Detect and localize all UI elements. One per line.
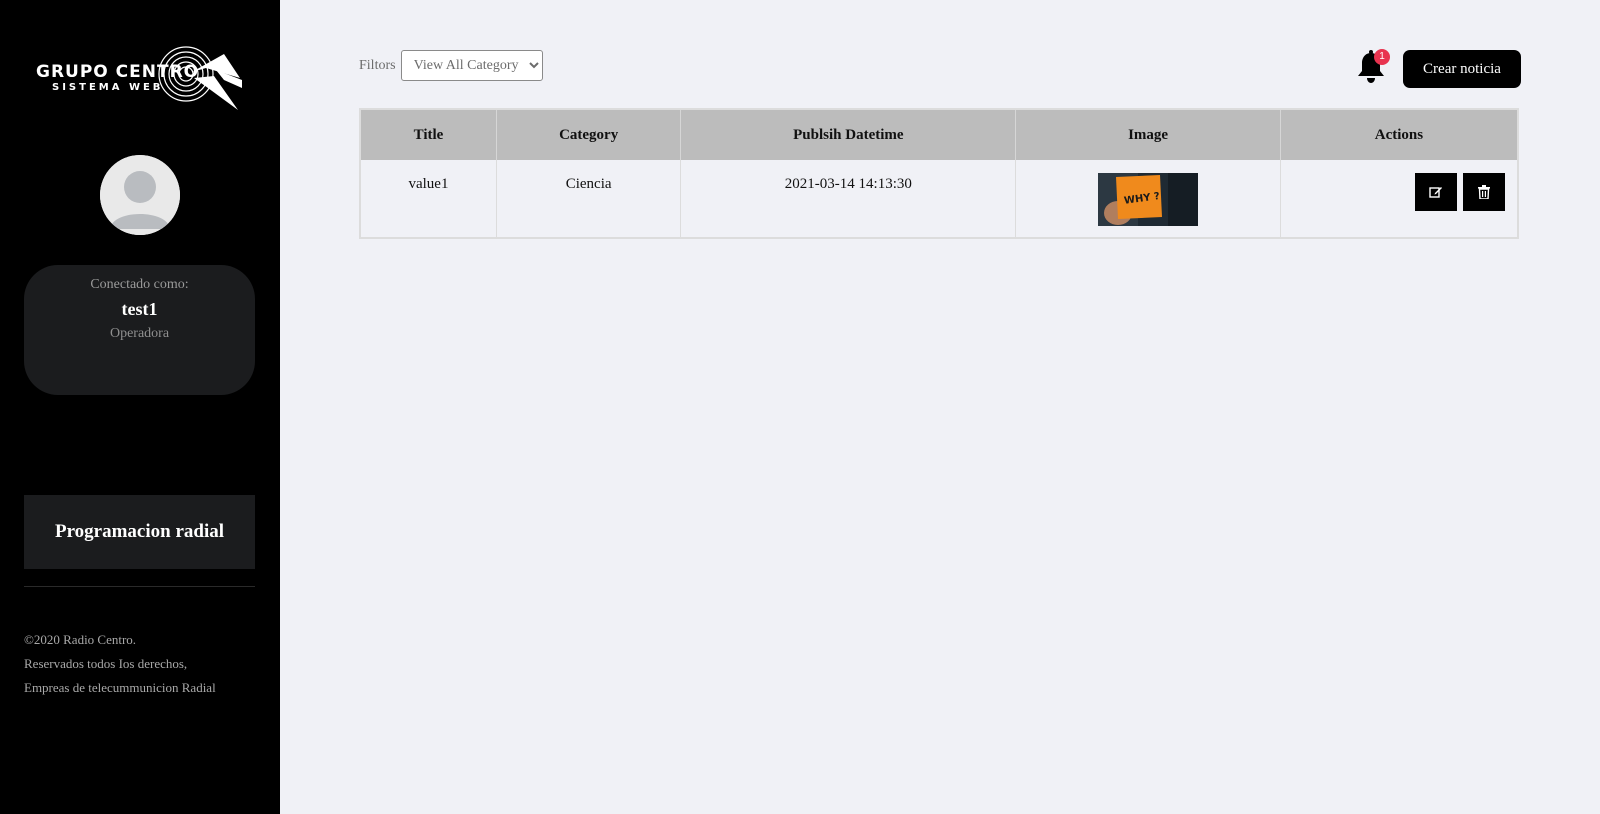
table-header-row: Title Category Publsih Datetime Image Ac… <box>360 109 1519 160</box>
user-role: Operadora <box>109 326 170 341</box>
table-row: value1 Ciencia 2021-03-14 14:13:30 WHY ? <box>360 160 1519 238</box>
filters-bar: Filtors View All Category <box>359 50 543 81</box>
cell-actions <box>1280 160 1519 238</box>
filters-label: Filtors <box>359 57 396 73</box>
trash-icon <box>1478 185 1490 199</box>
username: test1 <box>121 299 158 319</box>
radio-waves-icon <box>158 46 242 110</box>
cell-category: Ciencia <box>496 160 682 238</box>
edit-icon <box>1429 187 1443 198</box>
brand-logo[interactable]: GRUPO CENTRO SISTEMA WEB <box>36 44 246 114</box>
avatar <box>100 155 180 235</box>
user-info-card: Conectado como: test1 Operadora <box>24 265 255 395</box>
table-body: value1 Ciencia 2021-03-14 14:13:30 WHY ? <box>360 160 1519 238</box>
news-thumbnail: WHY ? <box>1098 173 1199 226</box>
sidebar-divider <box>24 586 255 587</box>
table-header: Title Category Publsih Datetime Image Ac… <box>360 109 1519 160</box>
footer-copyright: ©2020 Radio Centro. <box>24 632 137 647</box>
category-filter-select[interactable]: View All Category <box>400 50 543 81</box>
nav-item-programacion-radial[interactable]: Programacion radial <box>24 495 255 569</box>
sidebar: GRUPO CENTRO SISTEMA WEB Conectado como:… <box>0 0 280 814</box>
column-header-image: Image <box>1015 109 1281 160</box>
footer-company: Empreas de telecummunicion Radial <box>24 680 216 695</box>
cell-image: WHY ? <box>1015 160 1281 238</box>
news-table-container: Title Category Publsih Datetime Image Ac… <box>359 108 1519 239</box>
connected-as-label: Conectado como: <box>90 277 189 292</box>
edit-button[interactable] <box>1415 173 1458 211</box>
app-root: GRUPO CENTRO SISTEMA WEB Conectado como:… <box>0 0 1600 814</box>
column-header-actions: Actions <box>1280 109 1519 160</box>
column-header-title: Title <box>360 109 497 160</box>
cell-datetime: 2021-03-14 14:13:30 <box>680 160 1017 238</box>
user-placeholder-icon <box>100 155 180 235</box>
column-header-category: Category <box>496 109 682 160</box>
main-content: Filtors View All Category 1 Crear notici… <box>280 0 1600 814</box>
news-table: Title Category Publsih Datetime Image Ac… <box>359 108 1519 239</box>
thumbnail-image: WHY ? <box>1098 173 1199 226</box>
notification-count-badge: 1 <box>1374 49 1390 65</box>
sidebar-footer: ©2020 Radio Centro. Reservados todos Ios… <box>24 628 216 700</box>
footer-rights: Reservados todos Ios derechos, <box>24 656 188 671</box>
cell-title: value1 <box>360 160 497 238</box>
brand-tagline: SISTEMA WEB <box>52 82 164 93</box>
delete-button[interactable] <box>1463 173 1505 211</box>
column-header-datetime: Publsih Datetime <box>680 109 1017 160</box>
create-news-button[interactable]: Crear noticia <box>1403 50 1521 88</box>
notifications-button[interactable]: 1 <box>1356 49 1390 84</box>
